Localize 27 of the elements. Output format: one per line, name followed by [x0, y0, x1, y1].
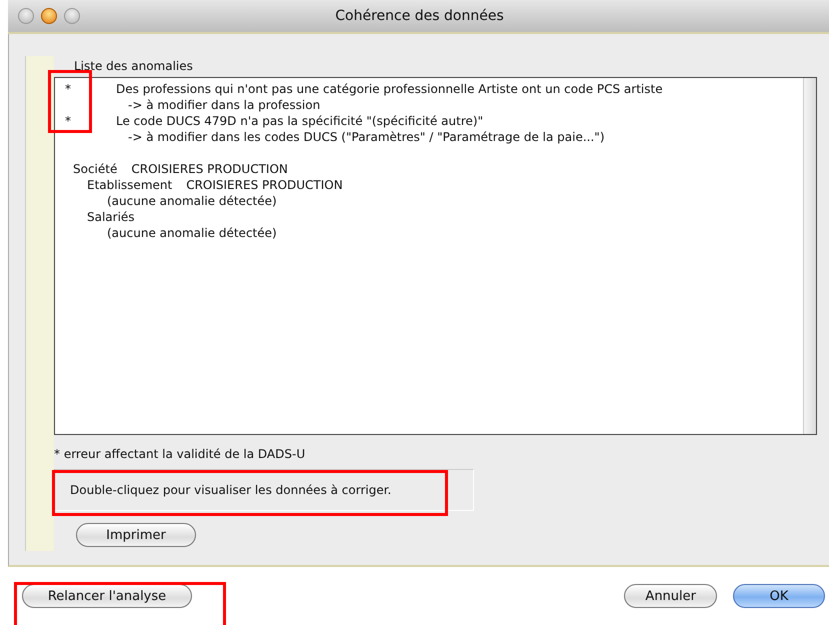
print-button[interactable]: Imprimer	[76, 523, 196, 547]
scrollbar[interactable]	[803, 78, 816, 434]
dialog-button[interactable]: Relancer l'analyse	[22, 584, 192, 608]
tree-value: CROISIERES PRODUCTION	[186, 177, 343, 193]
dialog-button[interactable]: Annuler	[624, 584, 717, 608]
anomaly-hint: -> à modifier dans la profession	[127, 97, 322, 113]
annotation-box	[48, 70, 92, 133]
tree-value: CROISIERES PRODUCTION	[131, 161, 288, 177]
window-title: Cohérence des données	[335, 8, 505, 24]
zoom-icon[interactable]	[64, 8, 80, 24]
footnote: * erreur affectant la validité de la DADS-U	[54, 447, 306, 463]
error-marker: *	[65, 113, 72, 129]
tree-label: Société	[73, 161, 118, 177]
tree-label: (aucune anomalie détectée)	[107, 193, 277, 209]
anomaly-list[interactable]	[54, 77, 817, 435]
minimize-icon[interactable]	[41, 8, 57, 24]
anomaly-text: Des professions qui n'ont pas une catégorie professionnelle Artiste ont un code PCS artiste	[116, 81, 663, 97]
close-icon[interactable]	[18, 8, 34, 24]
anomaly-hint: -> à modifier dans les codes DUCS ("Paramètres" / "Paramétrage de la paie...")	[127, 129, 606, 145]
error-marker: *	[65, 81, 72, 97]
anomaly-text: Le code DUCS 479D n'a pas la spécificité "(spécificité autre)"	[116, 113, 484, 129]
info-box: Double-cliquez pour visualiser les données à corriger.	[54, 469, 474, 511]
tree-label: (aucune anomalie détectée)	[107, 225, 277, 241]
section-title: Liste des anomalies	[73, 59, 194, 75]
ok-button[interactable]: OK	[733, 584, 825, 608]
tree-label: Etablissement	[87, 177, 172, 193]
tree-label: Salariés	[87, 209, 135, 225]
